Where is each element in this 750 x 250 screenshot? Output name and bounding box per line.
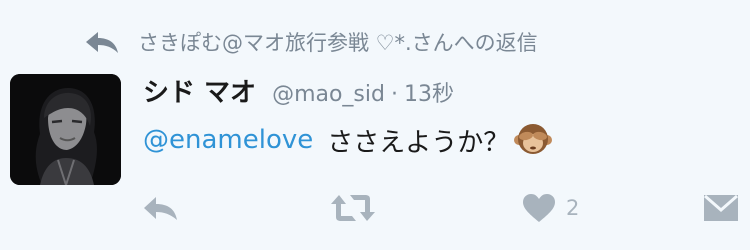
reply-icon: [142, 195, 180, 221]
tweet-text: @enamelove ささえようか？: [143, 118, 553, 162]
tweet-card[interactable]: さきぽむ@マオ旅行参戦 ♡*.さんへの返信 シド マオ @mao_sid · 1…: [0, 0, 750, 250]
avatar[interactable]: [10, 74, 121, 185]
user-handle[interactable]: @mao_sid: [272, 82, 385, 107]
reply-context-text[interactable]: さきぽむ@マオ旅行参戦 ♡*.さんへの返信: [138, 27, 538, 57]
display-name[interactable]: シド マオ: [143, 72, 256, 109]
reply-arrow-icon: [84, 30, 122, 54]
separator-dot: ·: [390, 82, 398, 107]
timestamp[interactable]: 13秒: [404, 76, 454, 108]
retweet-button[interactable]: [330, 188, 376, 228]
tweet-header: シド マオ @mao_sid · 13秒: [143, 72, 454, 108]
like-count: 2: [566, 196, 580, 220]
retweet-icon: [330, 193, 376, 223]
like-button[interactable]: 2: [522, 188, 579, 228]
mention-link[interactable]: @enamelove: [143, 125, 313, 155]
reply-context: さきぽむ@マオ旅行参戦 ♡*.さんへの返信: [84, 26, 538, 58]
direct-message-button[interactable]: [703, 188, 739, 228]
reply-button[interactable]: [142, 188, 180, 228]
tweet-body-text: ささえようか？: [327, 127, 510, 158]
action-bar: 2: [0, 188, 750, 228]
heart-icon: [522, 193, 556, 223]
envelope-icon: [703, 193, 739, 223]
see-no-evil-monkey-icon: [513, 120, 553, 160]
